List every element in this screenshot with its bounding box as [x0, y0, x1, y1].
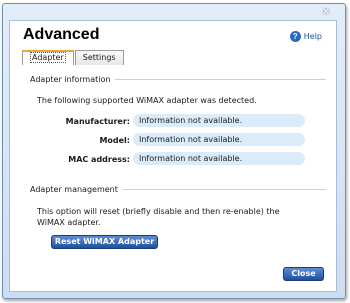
- help-link[interactable]: ? Help: [289, 31, 322, 42]
- tab-bar: Adapter Settings: [22, 50, 125, 65]
- manufacturer-field: Information not available.: [133, 114, 305, 127]
- model-field: Information not available.: [133, 133, 305, 146]
- section-divider: [122, 189, 326, 190]
- adapter-management-section: Adapter management: [30, 185, 326, 194]
- help-label: Help: [303, 32, 322, 41]
- close-button[interactable]: Close: [283, 267, 324, 281]
- adapter-information-section: Adapter information: [30, 75, 326, 84]
- reset-wimax-adapter-button[interactable]: Reset WiMAX Adapter: [51, 235, 158, 249]
- manufacturer-label: Manufacturer:: [65, 117, 130, 126]
- help-icon: ?: [289, 31, 301, 42]
- mac-address-field: Information not available.: [133, 152, 305, 165]
- page-title: Advanced: [23, 26, 100, 43]
- tab-adapter-label: Adapter: [30, 52, 66, 63]
- window-close-icon[interactable]: ×: [319, 7, 333, 17]
- adapter-management-title: Adapter management: [30, 185, 118, 194]
- section-divider: [115, 79, 326, 80]
- tab-adapter[interactable]: Adapter: [22, 50, 74, 65]
- reset-description: This option will reset (briefly disable …: [37, 207, 280, 227]
- mac-address-label: MAC address:: [68, 155, 130, 164]
- adapter-information-title: Adapter information: [30, 75, 111, 84]
- title-bar[interactable]: ×: [3, 4, 345, 20]
- model-label: Model:: [99, 136, 130, 145]
- tab-settings[interactable]: Settings: [74, 50, 124, 65]
- detected-text: The following supported WiMAX adapter wa…: [37, 96, 257, 105]
